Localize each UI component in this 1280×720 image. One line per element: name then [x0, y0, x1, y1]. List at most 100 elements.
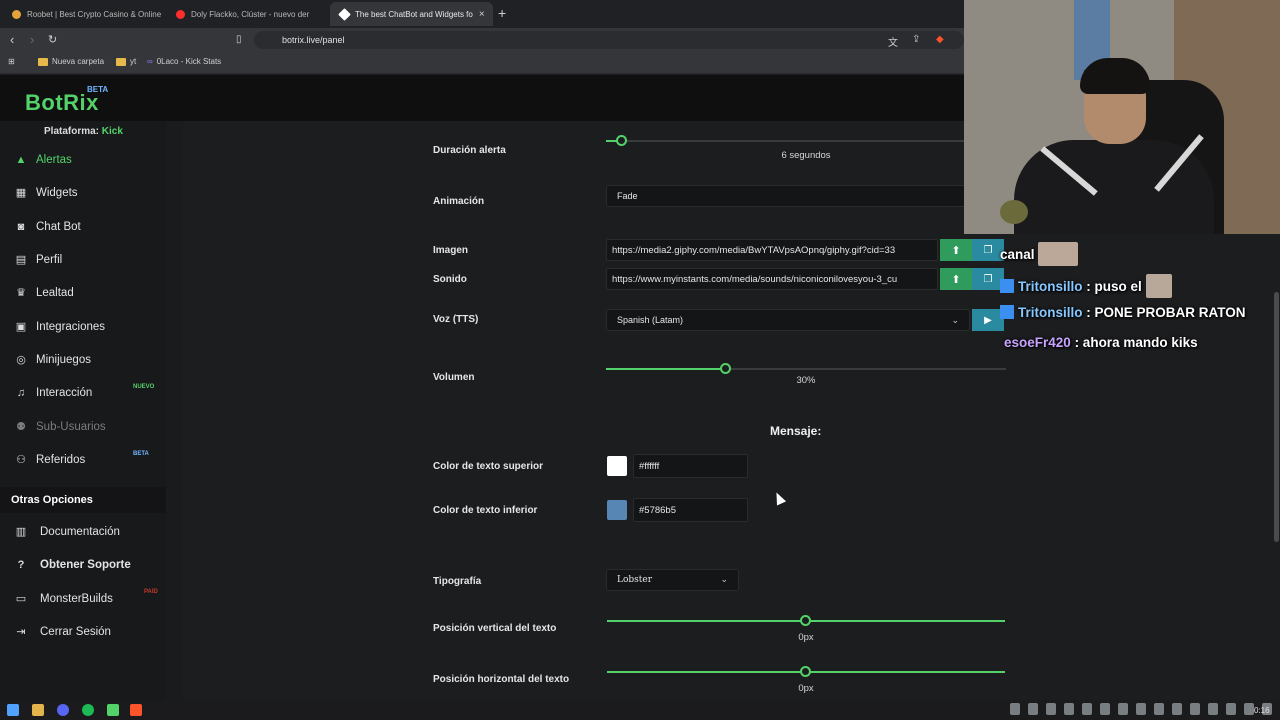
- pos-horizontal-value: 0px: [798, 683, 814, 694]
- share-icon[interactable]: ⇪: [912, 34, 920, 45]
- pos-horizontal-slider-thumb[interactable]: [800, 666, 811, 677]
- sidebar-option-label: Cerrar Sesión: [40, 626, 111, 638]
- sidebar-option-soporte[interactable]: ? Obtener Soporte: [0, 550, 166, 580]
- app-icon[interactable]: [107, 704, 119, 716]
- file-explorer-icon[interactable]: [32, 704, 44, 716]
- warning-icon: ▲: [15, 154, 27, 166]
- tab-youtube[interactable]: Doly Flackko, Clúster - nuevo der: [166, 2, 329, 26]
- sidebar-item-integraciones[interactable]: ▣ Integraciones: [0, 312, 166, 342]
- kick-badge-icon: [1000, 305, 1014, 319]
- bookmark-kick-stats[interactable]: ∞ 0Laco - Kick Stats: [147, 57, 221, 66]
- url-input[interactable]: botrix.live/panel: [254, 31, 964, 49]
- kick-badge-icon: [1000, 279, 1014, 293]
- sidebar-item-chat-bot[interactable]: ◙ Chat Bot: [0, 212, 166, 242]
- bookmark-nueva-carpeta[interactable]: Nueva carpeta: [38, 57, 104, 66]
- sonido-url-input[interactable]: https://www.myinstants.com/media/sounds/…: [606, 268, 938, 290]
- gallery-icon: ❐: [983, 244, 993, 256]
- tab-roobet[interactable]: Roobet | Best Crypto Casino & Online: [2, 2, 165, 26]
- tray-app-icon[interactable]: [1226, 703, 1236, 715]
- duracion-value: 6 segundos: [781, 150, 831, 161]
- new-tab-button[interactable]: +: [498, 5, 506, 21]
- sidebar-gutter: [166, 121, 183, 700]
- imagen-url-input[interactable]: https://media2.giphy.com/media/BwYTAVpsA…: [606, 239, 938, 261]
- animacion-select[interactable]: Fade: [606, 185, 1006, 207]
- color-inferior-input[interactable]: #5786b5: [633, 498, 748, 522]
- reload-icon[interactable]: ↻: [48, 33, 57, 46]
- discord-icon[interactable]: [57, 704, 69, 716]
- sonido-upload-button[interactable]: ⬆: [940, 268, 972, 290]
- forward-icon[interactable]: ›: [30, 32, 34, 47]
- tray-app-icon[interactable]: [1046, 703, 1056, 715]
- id-card-icon: ▤: [15, 254, 27, 266]
- apps-grid-icon[interactable]: ⊞: [8, 57, 15, 66]
- color-inferior-swatch[interactable]: [607, 500, 627, 520]
- bookmark-label: 0Laco - Kick Stats: [156, 57, 222, 66]
- taskbar-clock: 0:16: [1254, 706, 1270, 715]
- bookmark-yt[interactable]: yt: [116, 57, 136, 66]
- chevron-down-icon: ⌄: [720, 575, 728, 585]
- folder-icon: [116, 57, 126, 66]
- sidebar-item-alertas[interactable]: ▲ Alertas: [0, 145, 166, 175]
- tipografia-select[interactable]: Lobster ⌄: [606, 569, 739, 591]
- sidebar-item-interaccion[interactable]: ♫ Interacción NUEVO: [0, 378, 166, 408]
- color-superior-input[interactable]: #ffffff: [633, 454, 748, 478]
- sidebar-item-perfil[interactable]: ▤ Perfil: [0, 245, 166, 275]
- back-icon[interactable]: ‹: [10, 32, 14, 47]
- sidebar-item-widgets[interactable]: ▦ Widgets: [0, 178, 166, 208]
- imagen-upload-button[interactable]: ⬆: [940, 239, 972, 261]
- pos-vertical-slider-thumb[interactable]: [800, 615, 811, 626]
- sidebar-option-documentacion[interactable]: ▥ Documentación: [0, 517, 166, 547]
- volumen-slider-thumb[interactable]: [720, 363, 731, 374]
- sidebar-option-label: Documentación: [40, 526, 120, 538]
- sidebar-option-cerrar-sesion[interactable]: ⇥ Cerrar Sesión: [0, 617, 166, 647]
- tray-app-icon[interactable]: [1190, 703, 1200, 715]
- tray-app-icon[interactable]: [1082, 703, 1092, 715]
- duracion-slider-thumb[interactable]: [616, 135, 627, 146]
- chat-message-text: : ahora mando kiks: [1074, 335, 1198, 350]
- sidebar-item-label: Referidos: [36, 454, 86, 466]
- roobet-favicon-icon: [12, 9, 21, 19]
- tray-app-icon[interactable]: [1208, 703, 1218, 715]
- duracion-slider-track[interactable]: [606, 140, 1006, 142]
- tray-app-icon[interactable]: [1172, 703, 1182, 715]
- sonido-label: Sonido: [433, 274, 467, 285]
- folder-icon: [38, 57, 48, 66]
- tab-botrix[interactable]: The best ChatBot and Widgets fo ×: [330, 2, 493, 26]
- tray-app-icon[interactable]: [1118, 703, 1128, 715]
- translate-icon[interactable]: 文: [888, 34, 898, 49]
- sidebar-item-referidos[interactable]: ⚇ Referidos BETA: [0, 445, 166, 475]
- brave-browser-icon[interactable]: [130, 704, 142, 716]
- laptop-icon: ▭: [15, 593, 27, 605]
- tray-app-icon[interactable]: [1154, 703, 1164, 715]
- spotify-icon[interactable]: [82, 704, 94, 716]
- mensaje-heading: Mensaje:: [770, 424, 822, 438]
- close-tab-icon[interactable]: ×: [479, 9, 485, 20]
- voz-select[interactable]: Spanish (Latam) ⌄: [606, 309, 970, 331]
- brave-shield-icon[interactable]: ◆: [936, 34, 944, 45]
- os-taskbar: 0:16: [0, 700, 1280, 720]
- tray-app-icon[interactable]: [1244, 703, 1254, 715]
- grid-icon: ▦: [15, 187, 27, 199]
- sidebar-option-monsterbuilds[interactable]: ▭ MonsterBuilds PAID: [0, 584, 166, 614]
- pos-vertical-label: Posición vertical del texto: [433, 623, 557, 634]
- tray-app-icon[interactable]: [1028, 703, 1038, 715]
- tray-app-icon[interactable]: [1136, 703, 1146, 715]
- sidebar-item-label: Sub-Usuarios: [36, 421, 106, 433]
- tipografia-value: Lobster: [617, 575, 653, 585]
- cat-emote-icon: [1038, 242, 1079, 266]
- sidebar-item-label: Widgets: [36, 187, 78, 199]
- color-superior-swatch[interactable]: [607, 456, 627, 476]
- people-icon: ⚇: [16, 454, 26, 466]
- windows-start-icon[interactable]: [7, 704, 19, 716]
- tray-app-icon[interactable]: [1064, 703, 1074, 715]
- system-tray: [1010, 703, 1280, 715]
- trophy-icon: ♛: [16, 287, 26, 299]
- volumen-slider-track[interactable]: [606, 368, 1006, 370]
- sidebar-item-sub-usuarios[interactable]: ⚉ Sub-Usuarios: [0, 412, 166, 442]
- sidebar-item-minijuegos[interactable]: ◎ Minijuegos: [0, 345, 166, 375]
- sidebar-item-lealtad[interactable]: ♛ Lealtad: [0, 278, 166, 308]
- page-scrollbar-thumb[interactable]: [1274, 292, 1279, 542]
- tray-app-icon[interactable]: [1010, 703, 1020, 715]
- tray-app-icon[interactable]: [1100, 703, 1110, 715]
- bookmark-icon[interactable]: ▯: [236, 34, 242, 45]
